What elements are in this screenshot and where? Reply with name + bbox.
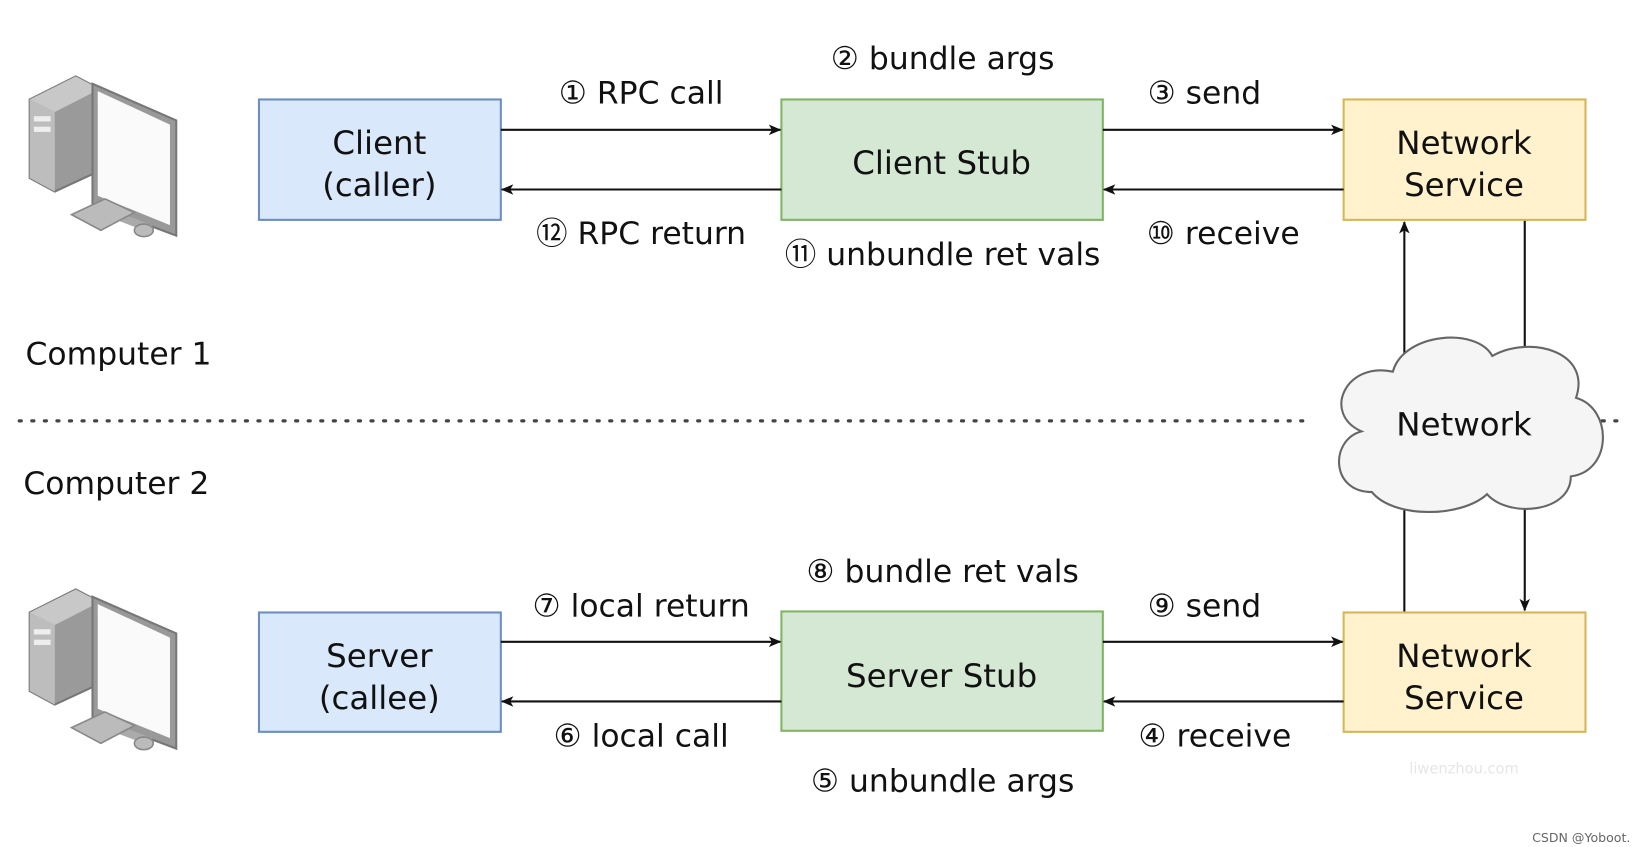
rpc-diagram: Computer 1 Computer 2 Network Client (ca…: [17, 41, 1630, 845]
step-8-label: ⑧ bundle ret vals: [806, 554, 1078, 590]
client-stub-box: Client Stub: [780, 98, 1104, 221]
step-5-label: ⑤ unbundle args: [811, 764, 1074, 800]
network-service-top-box: Network Service: [1342, 98, 1587, 221]
step-7-label: ⑦ local return: [532, 589, 749, 625]
step-12-label: ⑫ RPC return: [536, 216, 746, 252]
step-4-label: ④ receive: [1138, 718, 1291, 754]
step-11-label: ⑪ unbundle ret vals: [785, 237, 1101, 273]
computer-1-label: Computer 1: [25, 336, 211, 372]
step-6-label: ⑥ local call: [554, 718, 729, 754]
step-3-label: ③ send: [1148, 76, 1262, 112]
desktop-computer-icon: [28, 75, 178, 238]
step-2-label: ② bundle args: [831, 41, 1055, 77]
svg-text:Server: Server: [326, 637, 433, 675]
svg-text:Client Stub: Client Stub: [852, 144, 1031, 182]
svg-text:Server Stub: Server Stub: [846, 657, 1037, 695]
credit-text: CSDN @Yoboot.: [1532, 830, 1630, 845]
svg-text:Network: Network: [1396, 637, 1532, 675]
client-box: Client (caller): [257, 98, 502, 221]
desktop-computer-icon: [28, 588, 178, 751]
step-1-label: ① RPC call: [559, 76, 724, 112]
svg-text:(caller): (caller): [322, 166, 436, 204]
network-cloud: Network: [1338, 336, 1604, 514]
watermark: liwenzhou.com: [1409, 761, 1519, 778]
network-service-bottom-box: Network Service: [1342, 611, 1587, 733]
server-box: Server (callee): [257, 611, 502, 733]
network-label: Network: [1396, 406, 1532, 444]
server-stub-box: Server Stub: [780, 610, 1104, 732]
svg-text:Client: Client: [332, 124, 426, 162]
computer-2-label: Computer 2: [23, 466, 209, 502]
svg-text:Network: Network: [1396, 124, 1532, 162]
svg-text:(callee): (callee): [319, 679, 440, 717]
step-10-label: ⑩ receive: [1147, 216, 1300, 252]
svg-text:Service: Service: [1404, 166, 1524, 204]
svg-text:Service: Service: [1404, 679, 1524, 717]
step-9-label: ⑨ send: [1148, 589, 1262, 625]
